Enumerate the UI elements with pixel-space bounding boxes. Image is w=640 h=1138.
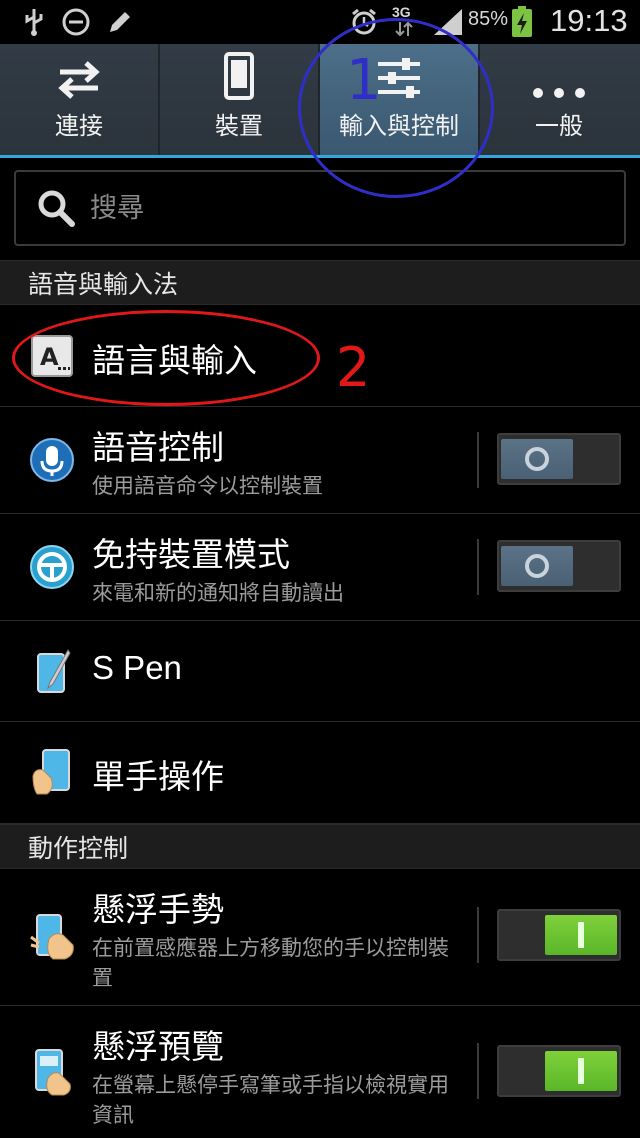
language-keyboard-icon: A xyxy=(28,332,76,380)
settings-tab-bar: 連接 裝置 輸入與控制 一般 xyxy=(0,44,640,158)
list-item-subtitle: 在前置感應器上方移動您的手以控制裝置 xyxy=(92,936,449,990)
air-view-toggle[interactable] xyxy=(497,1045,621,1097)
toggle-knob xyxy=(501,546,573,586)
toggle-knob xyxy=(545,915,617,955)
svg-text:A: A xyxy=(40,343,59,371)
list-item-voice-control[interactable]: 語音控制 使用語音命令以控制裝置 xyxy=(0,407,640,514)
alarm-icon xyxy=(348,6,380,38)
signal-icon xyxy=(430,6,466,38)
section-header-voice-input: 語音與輸入法 xyxy=(0,260,640,305)
divider xyxy=(477,907,479,963)
list-item-title: 語言與輸入 xyxy=(92,341,257,380)
tab-label: 裝置 xyxy=(215,112,263,140)
list-item-language-input[interactable]: A 語言與輸入 xyxy=(0,305,640,407)
s-pen-icon xyxy=(28,647,76,695)
divider xyxy=(477,432,479,488)
tab-connections[interactable]: 連接 xyxy=(0,44,158,155)
toggle-knob xyxy=(545,1051,617,1091)
do-not-disturb-icon xyxy=(60,6,92,38)
more-dots-icon xyxy=(480,44,638,106)
list-item-title: 懸浮手勢 xyxy=(92,890,224,929)
tab-label: 一般 xyxy=(535,112,583,140)
air-gesture-toggle[interactable] xyxy=(497,909,621,961)
list-item-title: 懸浮預覽 xyxy=(92,1027,224,1066)
list-item-air-gesture[interactable]: 懸浮手勢 在前置感應器上方移動您的手以控制裝置 xyxy=(0,869,640,1006)
tab-device[interactable]: 裝置 xyxy=(160,44,318,155)
voice-control-toggle[interactable] xyxy=(497,433,621,485)
divider xyxy=(477,1043,479,1099)
list-item-subtitle: 來電和新的通知將自動讀出 xyxy=(92,581,344,605)
list-item-title: 免持裝置模式 xyxy=(92,535,290,574)
microphone-icon xyxy=(28,436,76,484)
pencil-icon xyxy=(104,6,136,38)
list-item-title: 單手操作 xyxy=(92,757,224,796)
usb-icon xyxy=(20,6,48,38)
air-view-icon xyxy=(28,1048,76,1096)
search-bar[interactable] xyxy=(14,170,626,246)
divider xyxy=(477,539,479,595)
clock: 19:13 xyxy=(550,3,628,38)
tab-input-control[interactable]: 輸入與控制 xyxy=(320,44,478,155)
list-item-hands-free-mode[interactable]: 免持裝置模式 來電和新的通知將自動讀出 xyxy=(0,514,640,621)
battery-charging-icon xyxy=(510,6,534,38)
list-item-subtitle: 在螢幕上懸停手寫筆或手指以檢視實用資訊 xyxy=(92,1073,449,1127)
list-item-subtitle: 使用語音命令以控制裝置 xyxy=(92,474,323,498)
section-header-motion-control: 動作控制 xyxy=(0,824,640,869)
list-item-air-view[interactable]: 懸浮預覽 在螢幕上懸停手寫筆或手指以檢視實用資訊 xyxy=(0,1006,640,1138)
hands-free-toggle[interactable] xyxy=(497,540,621,592)
tab-label: 連接 xyxy=(55,112,103,140)
list-item-title: 語音控制 xyxy=(92,428,224,467)
steering-wheel-icon xyxy=(28,543,76,591)
air-gesture-icon xyxy=(28,913,76,961)
phone-icon xyxy=(160,44,318,106)
one-hand-icon xyxy=(28,748,76,796)
tab-general[interactable]: 一般 xyxy=(480,44,638,155)
search-input[interactable] xyxy=(90,192,590,224)
list-item-s-pen[interactable]: S Pen xyxy=(0,621,640,722)
sliders-icon xyxy=(320,44,478,106)
list-item-title: S Pen xyxy=(92,649,182,686)
tab-label: 輸入與控制 xyxy=(339,112,459,140)
network-type: 3G xyxy=(392,4,411,20)
swap-arrows-icon xyxy=(0,44,158,106)
status-bar: 3G 85% 19:13 xyxy=(0,0,640,44)
battery-percent: 85% xyxy=(468,8,509,30)
data-arrows-icon xyxy=(394,20,414,38)
list-item-one-handed-operation[interactable]: 單手操作 xyxy=(0,722,640,824)
toggle-knob xyxy=(501,439,573,479)
search-icon xyxy=(36,188,76,228)
